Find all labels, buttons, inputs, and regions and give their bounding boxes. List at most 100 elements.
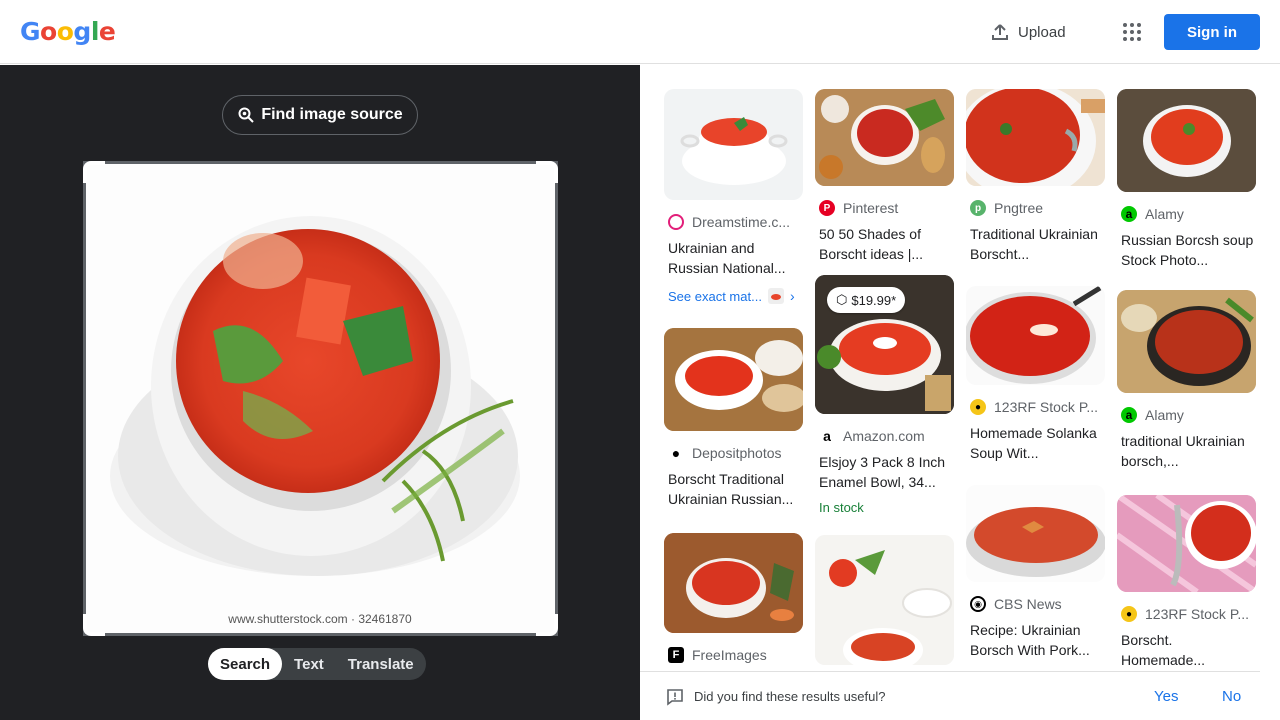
- result-source: a Amazon.com: [819, 428, 954, 444]
- query-watermark: www.shutterstock.com · 32461870: [227, 612, 412, 626]
- crop-handle-bottom-right[interactable]: [536, 614, 558, 636]
- feedback-bar: Did you find these results useful? Yes N…: [640, 671, 1260, 720]
- result-thumbnail[interactable]: [815, 535, 954, 665]
- stock-status: In stock: [819, 500, 864, 515]
- result-source: ◉ CBS News: [970, 596, 1105, 612]
- depositphotos-icon: ●: [668, 445, 684, 461]
- upload-label: Upload: [1018, 23, 1066, 41]
- result-source: ● 123RF Stock P...: [970, 399, 1105, 415]
- result-thumbnail[interactable]: [815, 89, 954, 186]
- result-card[interactable]: Dreamstime.c... Ukrainian and Russian Na…: [664, 89, 803, 304]
- price-tag: ⬡ $19.99*: [827, 287, 906, 313]
- apps-grid-icon[interactable]: [1120, 18, 1144, 46]
- results-column-1: Dreamstime.c... Ukrainian and Russian Na…: [664, 89, 803, 663]
- cbs-news-icon: ◉: [970, 596, 986, 612]
- result-thumbnail[interactable]: [966, 286, 1105, 385]
- source-label: Alamy: [1145, 206, 1184, 222]
- source-label: 123RF Stock P...: [994, 399, 1099, 415]
- source-label: Amazon.com: [843, 428, 925, 444]
- result-title[interactable]: Elsjoy 3 Pack 8 Inch Enamel Bowl, 34...: [819, 452, 953, 492]
- find-image-source-label: Find image source: [261, 106, 403, 123]
- result-title[interactable]: traditional Ukrainian borsch,...: [1121, 431, 1255, 471]
- result-source: a Alamy: [1121, 206, 1256, 222]
- amazon-icon: a: [819, 428, 835, 444]
- tag-icon: ⬡: [836, 292, 848, 307]
- result-thumbnail[interactable]: [966, 485, 1105, 582]
- soup-thumb-icon: [767, 288, 784, 304]
- result-title[interactable]: Traditional Ukrainian Borscht...: [970, 224, 1104, 264]
- feedback-icon: [667, 689, 683, 706]
- crop-handle-top-right[interactable]: [536, 161, 558, 183]
- result-thumbnail[interactable]: [664, 89, 803, 200]
- result-card[interactable]: a Alamy traditional Ukrainian borsch,...: [1117, 290, 1256, 471]
- feedback-question: Did you find these results useful?: [694, 689, 886, 704]
- results-column-4: a Alamy Russian Borcsh soup Stock Photo.…: [1117, 89, 1256, 670]
- upload-button[interactable]: Upload: [990, 18, 1066, 46]
- lens-search-icon: [238, 107, 255, 123]
- result-thumbnail[interactable]: [1117, 290, 1256, 393]
- result-source: Dreamstime.c...: [668, 214, 803, 230]
- result-card[interactable]: [815, 535, 954, 665]
- pinterest-icon: P: [819, 200, 835, 216]
- query-image[interactable]: www.shutterstock.com · 32461870: [83, 161, 558, 636]
- query-image-panel: Find image source www.shutterstock.com ·…: [0, 65, 640, 720]
- upload-icon: [992, 24, 1008, 40]
- google-logo[interactable]: Google: [20, 17, 116, 46]
- find-image-source-button[interactable]: Find image source: [222, 95, 418, 135]
- result-title[interactable]: Recipe: Ukrainian Borsch With Pork...: [970, 620, 1104, 660]
- source-label: Alamy: [1145, 407, 1184, 423]
- crop-handle-top-left[interactable]: [83, 161, 105, 183]
- sign-in-button[interactable]: Sign in: [1164, 14, 1260, 50]
- results-panel: Dreamstime.c... Ukrainian and Russian Na…: [640, 65, 1280, 720]
- source-label: 123RF Stock P...: [1145, 606, 1250, 622]
- result-title[interactable]: Borscht Traditional Ukrainian Russian...: [668, 469, 802, 509]
- source-label: Pinterest: [843, 200, 899, 216]
- result-card[interactable]: ◉ CBS News Recipe: Ukrainian Borsch With…: [966, 485, 1105, 660]
- 123rf-icon: ●: [970, 399, 986, 415]
- price-label: $19.99*: [851, 292, 897, 308]
- result-title[interactable]: 50 50 Shades of Borscht ideas |...: [819, 224, 953, 264]
- source-label: FreeImages: [692, 647, 767, 663]
- freeimages-icon: F: [668, 647, 684, 663]
- result-thumbnail[interactable]: ⬡ $19.99*: [815, 275, 954, 414]
- mode-search-tab[interactable]: Search: [208, 648, 283, 680]
- pngtree-icon: p: [970, 200, 986, 216]
- result-source: p Pngtree: [970, 200, 1105, 216]
- crop-handle-bottom-left[interactable]: [83, 614, 105, 636]
- source-label: Dreamstime.c...: [692, 214, 791, 230]
- result-card[interactable]: a Alamy Russian Borcsh soup Stock Photo.…: [1117, 89, 1256, 270]
- alamy-icon: a: [1121, 206, 1137, 222]
- result-thumbnail[interactable]: [664, 328, 803, 431]
- result-card[interactable]: ● 123RF Stock P... Borscht. Homemade...: [1117, 495, 1256, 670]
- result-thumbnail[interactable]: [664, 533, 803, 633]
- result-title[interactable]: Ukrainian and Russian National...: [668, 238, 802, 278]
- mode-text-tab[interactable]: Text: [282, 648, 336, 680]
- chevron-right-icon: ›: [789, 288, 795, 304]
- result-thumbnail[interactable]: [1117, 89, 1256, 192]
- result-card[interactable]: ● 123RF Stock P... Homemade Solanka Soup…: [966, 286, 1105, 463]
- result-title[interactable]: Russian Borcsh soup Stock Photo...: [1121, 230, 1255, 270]
- result-card[interactable]: F FreeImages: [664, 533, 803, 663]
- result-card[interactable]: ● Depositphotos Borscht Traditional Ukra…: [664, 328, 803, 509]
- dreamstime-icon: [668, 214, 684, 230]
- mode-translate-tab[interactable]: Translate: [336, 648, 426, 680]
- feedback-yes-button[interactable]: Yes: [1154, 688, 1178, 705]
- result-title[interactable]: Homemade Solanka Soup Wit...: [970, 423, 1104, 463]
- result-card[interactable]: ⬡ $19.99* a Amazon.com Elsjoy 3 Pack 8 I…: [815, 275, 954, 515]
- result-source: ● Depositphotos: [668, 445, 803, 461]
- see-exact-matches-link[interactable]: See exact mat... ›: [668, 288, 803, 304]
- exact-matches-label: See exact mat...: [668, 288, 762, 304]
- result-card[interactable]: P Pinterest 50 50 Shades of Borscht idea…: [815, 89, 954, 264]
- result-thumbnail[interactable]: [1117, 495, 1256, 592]
- result-source: a Alamy: [1121, 407, 1256, 423]
- results-column-2: P Pinterest 50 50 Shades of Borscht idea…: [815, 89, 954, 665]
- result-card[interactable]: p Pngtree Traditional Ukrainian Borscht.…: [966, 89, 1105, 264]
- results-column-3: p Pngtree Traditional Ukrainian Borscht.…: [966, 89, 1105, 660]
- feedback-no-button[interactable]: No: [1222, 688, 1241, 705]
- 123rf-icon: ●: [1121, 606, 1137, 622]
- result-thumbnail[interactable]: [966, 89, 1105, 186]
- result-title[interactable]: Borscht. Homemade...: [1121, 630, 1255, 670]
- top-bar: Google Upload Sign in: [0, 0, 1280, 64]
- result-source: F FreeImages: [668, 647, 803, 663]
- result-source: ● 123RF Stock P...: [1121, 606, 1256, 622]
